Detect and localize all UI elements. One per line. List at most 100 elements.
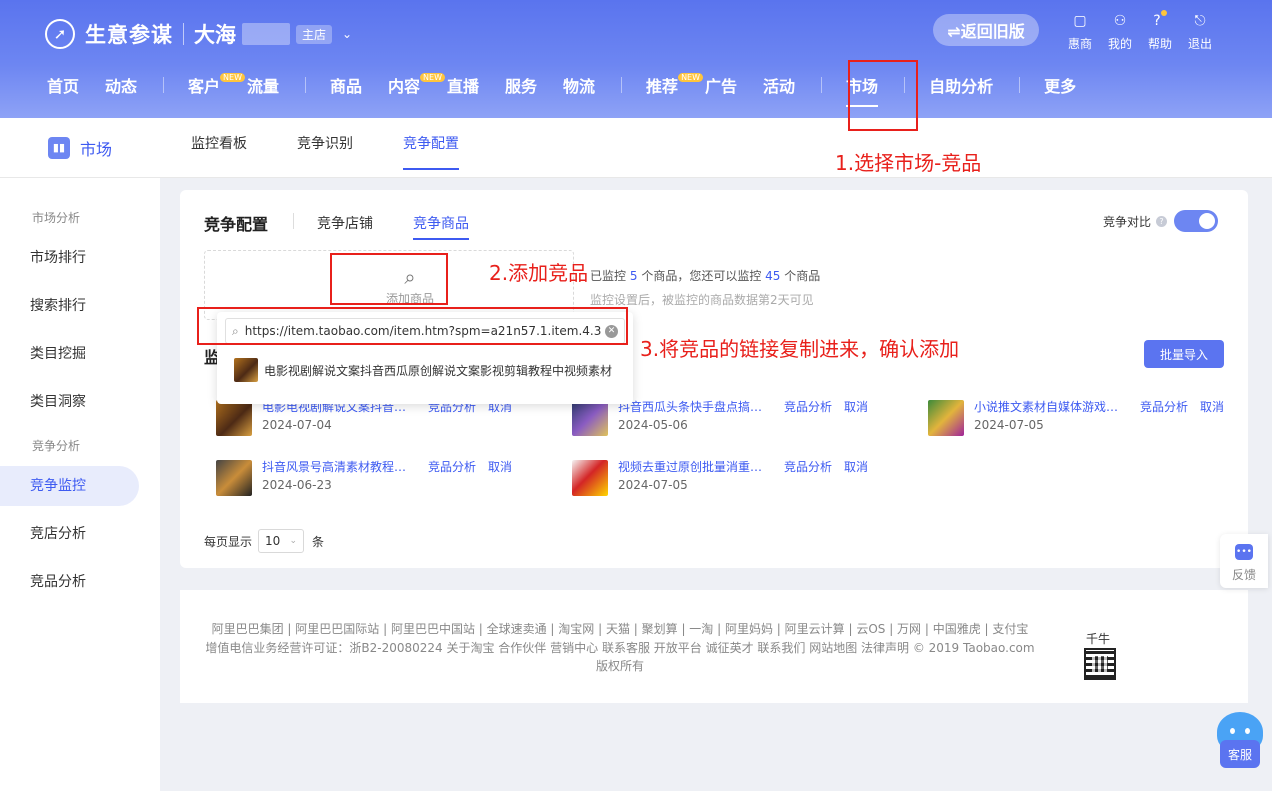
user-icon: ⚇ [1113,13,1127,29]
info-prefix: 已监控 [590,269,627,283]
help-icon: ? [1151,10,1169,30]
cancel-monitor-link[interactable]: 取消 [844,458,868,475]
nav-home[interactable]: 首页 [47,73,79,97]
product-thumbnail[interactable] [572,460,608,496]
tab-competition-identify[interactable]: 竞争识别 [297,118,353,170]
tool-help[interactable]: ? 帮助 [1140,10,1180,52]
help-icon[interactable]: ? [1156,215,1167,227]
product-date: 2024-05-06 [618,418,688,432]
page-size-label: 每页显示 [204,534,253,549]
mascot-eyes [1230,728,1250,734]
sidebar-item-competitor-product-analysis[interactable]: 竞品分析 [0,558,160,606]
tool-logout[interactable]: ⎋ 退出 [1180,12,1220,52]
nav-traffic[interactable]: 流量 [247,73,279,97]
product-item: 抖音风景号高清素材教程合集 2024-06-23 竞品分析 取消 [216,458,556,498]
product-date: 2024-07-05 [974,418,1044,432]
footer-rights: 版权所有 [595,659,644,673]
monitor-hint: 监控设置后，被监控的商品数据第2天可见 [590,293,814,307]
cancel-monitor-link[interactable]: 取消 [844,398,868,415]
nav-goods[interactable]: 商品 [330,73,362,97]
annotation-step2: 2.添加竞品 [489,261,589,285]
product-analysis-link[interactable]: 竞品分析 [1140,398,1188,415]
nav-self-analysis[interactable]: 自助分析 [929,73,993,97]
batch-import-button[interactable]: 批量导入 [1144,340,1224,368]
chat-icon: ••• [1235,544,1253,560]
sidebar-title: 市场 [79,139,112,159]
cancel-monitor-link[interactable]: 取消 [488,458,512,475]
tool-huishang[interactable]: ▢ 惠商 [1060,12,1100,52]
nav-feed[interactable]: 动态 [105,73,137,97]
annotation-step1: 1.选择市场-竞品 [835,151,982,175]
customer-service-button[interactable]: 客服 [1216,712,1264,772]
sidebar: ▮▮ 市场 市场分析 市场排行 搜索排行 类目挖掘 类目洞察 竞争分析 竞争监控… [0,118,160,791]
sidebar-item-category-insight[interactable]: 类目洞察 [0,378,160,426]
nav-service[interactable]: 服务 [505,73,537,97]
nav-label: 推荐 [646,77,679,96]
toggle-label: 竞争对比 [1102,214,1151,229]
nav-activity[interactable]: 活动 [763,73,795,97]
product-thumbnail[interactable] [216,400,252,436]
page-size-unit: 条 [312,534,325,549]
sidebar-group-label: 竞争分析 [32,439,81,453]
nav-customer[interactable]: 客户 NEW [188,72,245,97]
nav-label: 客户 [188,77,221,96]
header-tools: ▢ 惠商 ⚇ 我的 ? 帮助 ⎋ 退出 [1060,10,1220,52]
customer-service-label: 客服 [1220,740,1260,768]
nav-ads[interactable]: 广告 [705,73,737,97]
suggestion-name: 电影视剧解说文案抖音西瓜原创解说文案影视剪辑教程中视频素材 [264,363,613,378]
compare-toggle[interactable] [1174,210,1218,232]
product-analysis-link[interactable]: 竞品分析 [784,458,832,475]
tool-label: 帮助 [1147,37,1172,51]
sidebar-item-competitor-shop-analysis[interactable]: 竞店分析 [0,510,160,558]
product-thumbnail[interactable] [572,400,608,436]
chevron-down-icon[interactable]: ⌄ [342,27,352,41]
sidebar-item-competition-monitor[interactable]: 竞争监控 [0,466,139,506]
nav-logistics[interactable]: 物流 [563,73,595,97]
product-name[interactable]: 视频去重过原创批量消重软件 [618,458,768,475]
tool-mine[interactable]: ⚇ 我的 [1100,12,1140,52]
product-name[interactable]: 抖音西瓜头条快手盘点搞笑素材 [618,398,768,415]
tool-label: 我的 [1107,37,1132,51]
cancel-monitor-link[interactable]: 取消 [1200,398,1224,415]
qianniu-label: 千牛 [1086,632,1111,646]
nav-recommend[interactable]: 推荐 NEW [646,72,704,97]
compass-logo-icon: ➚ [45,19,75,49]
info-suffix: 个商品 [784,269,821,283]
page-size-select[interactable]: 10 ⌄ [258,529,305,553]
nav-more[interactable]: 更多 [1044,73,1076,97]
brand[interactable]: ➚ 生意参谋 大海 主店 ⌄ [45,19,352,49]
feedback-button[interactable]: ••• 反馈 [1220,534,1268,588]
footer: 阿里巴巴集团 | 阿里巴巴国际站 | 阿里巴巴中国站 | 全球速卖通 | 淘宝网… [180,590,1248,703]
nav-divider [621,77,623,93]
sidebar-item-search-rank[interactable]: 搜索排行 [0,282,160,330]
product-date: 2024-07-04 [262,418,332,432]
product-thumbnail[interactable] [216,460,252,496]
tool-label: 退出 [1187,37,1212,51]
monitored-count: 5 [629,269,638,283]
bag-icon: ▢ [1073,13,1087,29]
tab-competitor-products[interactable]: 竞争商品 [413,213,469,240]
tab-monitor-board[interactable]: 监控看板 [191,118,247,170]
product-suggestion[interactable]: 电影视剧解说文案抖音西瓜原创解说文案影视剪辑教程中视频素材 [234,358,612,382]
nav-divider [821,77,823,93]
chevron-down-icon: ⌄ [289,536,298,546]
product-item: 小说推文素材自媒体游戏解说 2024-07-05 竞品分析 取消 [928,398,1228,438]
product-analysis-link[interactable]: 竞品分析 [428,458,476,475]
product-thumbnail[interactable] [928,400,964,436]
product-name[interactable]: 小说推文素材自媒体游戏解说 [974,398,1124,415]
product-analysis-link[interactable]: 竞品分析 [784,398,832,415]
nav-live[interactable]: 直播 [447,73,479,97]
footer-links[interactable]: 阿里巴巴集团 | 阿里巴巴国际站 | 阿里巴巴中国站 | 全球速卖通 | 淘宝网… [180,620,1060,637]
nav-content[interactable]: 内容 NEW [388,72,445,97]
sidebar-item-category-mining[interactable]: 类目挖掘 [0,330,160,378]
product-name[interactable]: 抖音风景号高清素材教程合集 [262,458,412,475]
return-old-version-button[interactable]: ⇌返回旧版 [933,14,1039,46]
info-mid: 个商品，您还可以监控 [641,269,762,283]
tab-competitor-shops[interactable]: 竞争店铺 [317,213,373,233]
title-divider [293,213,294,229]
shop-badge: 主店 [296,24,333,44]
sidebar-item-market-rank[interactable]: 市场排行 [0,234,160,282]
sidebar-group-label: 市场分析 [32,211,81,225]
tab-competition-config[interactable]: 竞争配置 [403,118,459,170]
footer-license[interactable]: 增值电信业务经营许可证：浙B2-20080224 关于淘宝 合作伙伴 营销中心 … [180,639,1060,656]
